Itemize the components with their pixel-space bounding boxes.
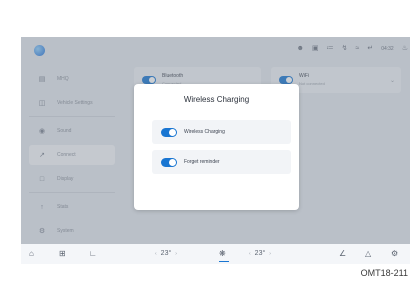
driver-temperature[interactable]: ‹ 23° ›: [155, 248, 177, 260]
fan-icon[interactable]: ❋: [219, 248, 226, 260]
driver-temp-value: 23°: [160, 250, 172, 257]
infotainment-screen: ☻ ▣ ≔ ↯ ≈ ↵ 04:32 ♨ ▤ MHQ ◫ Vehicle Sett…: [21, 37, 410, 264]
wireless-charging-option[interactable]: Wireless Charging: [152, 120, 291, 144]
settings-icon[interactable]: ⚙: [391, 248, 398, 260]
dialog-title: Wireless Charging: [183, 95, 250, 104]
seat-icon[interactable]: ∟: [89, 248, 97, 260]
forget-reminder-option[interactable]: Forget reminder: [152, 150, 291, 174]
option-label: Forget reminder: [184, 159, 220, 165]
figure-code: OMT18-211: [360, 268, 408, 278]
apps-icon[interactable]: ⊞: [59, 248, 66, 260]
passenger-seat-icon[interactable]: ∠: [339, 248, 346, 260]
fan-active-indicator: [219, 261, 229, 262]
home-icon[interactable]: ⌂: [29, 248, 34, 260]
wireless-charging-dialog: Wireless Charging Wireless Charging Forg…: [134, 84, 299, 210]
temp-decrease-icon[interactable]: ‹: [249, 248, 251, 260]
temp-increase-icon[interactable]: ›: [269, 248, 271, 260]
temp-increase-icon[interactable]: ›: [175, 248, 177, 260]
temp-decrease-icon[interactable]: ‹: [155, 248, 157, 260]
bottom-climate-bar: ⌂ ⊞ ∟ ‹ 23° › ❋ ‹ 23° › ∠ △ ⚙: [21, 244, 410, 264]
forget-reminder-toggle[interactable]: [161, 158, 177, 167]
wireless-charging-toggle[interactable]: [161, 128, 177, 137]
warning-icon[interactable]: △: [365, 248, 371, 260]
option-label: Wireless Charging: [184, 129, 225, 135]
passenger-temperature[interactable]: ‹ 23° ›: [249, 248, 271, 260]
passenger-temp-value: 23°: [254, 250, 266, 257]
